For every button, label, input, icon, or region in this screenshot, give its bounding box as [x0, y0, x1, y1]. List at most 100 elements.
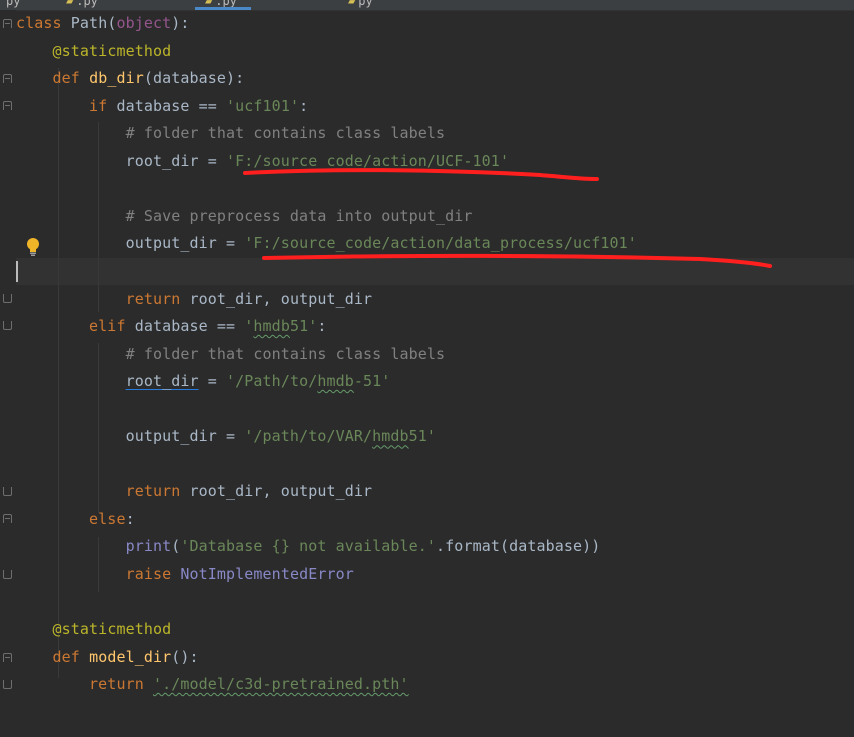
- code-line[interactable]: raise NotImplementedError: [16, 561, 354, 588]
- code-line[interactable]: return './model/c3d-pretrained.pth': [16, 671, 409, 698]
- code-token: db_dir: [89, 69, 144, 88]
- code-token: root_dir, output_dir: [189, 482, 373, 501]
- editor-tab[interactable]: ▰ .py: [66, 0, 98, 10]
- fold-marker-icon[interactable]: [3, 514, 12, 523]
- code-line[interactable]: # Save preprocess data into output_dir: [16, 203, 473, 230]
- code-token: elif: [89, 317, 135, 336]
- python-file-icon: ▰: [348, 0, 356, 8]
- code-line[interactable]: root_dir = '/Path/to/hmdb-51': [16, 368, 391, 395]
- code-token: hmdb: [253, 317, 290, 336]
- code-token: 51': [408, 427, 437, 446]
- fold-end-marker-icon[interactable]: [3, 294, 12, 303]
- code-token: 'F:/source_code/action/data_process/ucf1…: [244, 234, 637, 253]
- code-token: ):: [171, 14, 190, 32]
- fold-marker-icon[interactable]: [3, 19, 12, 28]
- code-token: # folder that contains class labels: [125, 344, 446, 363]
- tab-label: .py: [76, 0, 98, 8]
- fold-end-marker-icon[interactable]: [3, 487, 12, 496]
- code-token: root_dir: [125, 372, 199, 391]
- code-token: raise: [125, 565, 181, 583]
- code-token: output_dir =: [16, 427, 245, 446]
- code-token: :: [299, 96, 309, 115]
- editor-tab[interactable]: py: [6, 0, 20, 10]
- fold-marker-icon[interactable]: [3, 101, 12, 110]
- code-token: (database):: [143, 69, 245, 88]
- code-token: hmdb: [317, 372, 354, 391]
- code-token: @staticmethod: [52, 620, 172, 639]
- code-token: return: [125, 482, 190, 501]
- code-token: return: [125, 289, 190, 308]
- fold-marker-icon[interactable]: [3, 74, 12, 83]
- code-line[interactable]: # folder that contains class labels: [16, 341, 445, 368]
- code-token: # Save preprocess data into output_dir: [125, 206, 473, 225]
- editor-tab-active[interactable]: ▰ .py: [195, 0, 251, 10]
- editor-tab[interactable]: ▰ py: [348, 0, 373, 10]
- code-token: def: [52, 647, 90, 666]
- code-line[interactable]: return root_dir, output_dir: [16, 478, 372, 505]
- fold-marker-icon[interactable]: [3, 653, 12, 662]
- code-token: database ==: [116, 96, 227, 115]
- current-line-highlight: [16, 258, 854, 285]
- code-token: :: [125, 509, 135, 528]
- code-editor[interactable]: class Path(object): @staticmethod def db…: [0, 10, 854, 737]
- fold-end-marker-icon[interactable]: [3, 321, 12, 330]
- code-token: 'Database {} not available.': [180, 537, 437, 556]
- code-line[interactable]: output_dir = '/path/to/VAR/hmdb51': [16, 423, 436, 450]
- code-token: 51': [289, 317, 318, 336]
- code-token: -51': [353, 372, 391, 391]
- code-line[interactable]: @staticmethod: [16, 616, 172, 643]
- code-line[interactable]: output_dir = 'F:/source_code/action/data…: [16, 230, 637, 257]
- python-file-icon: ▰: [205, 0, 213, 8]
- code-token: '/Path/to/: [226, 372, 318, 391]
- fold-end-marker-icon[interactable]: [3, 570, 12, 579]
- code-token: output_dir =: [16, 234, 245, 253]
- lightbulb-icon[interactable]: [26, 237, 40, 257]
- code-token: if: [89, 96, 117, 115]
- code-line[interactable]: def model_dir():: [16, 644, 199, 671]
- tab-label: .py: [215, 0, 237, 8]
- fold-end-marker-icon[interactable]: [3, 680, 12, 689]
- code-token: @staticmethod: [52, 41, 172, 60]
- code-line[interactable]: else:: [16, 506, 135, 533]
- code-line[interactable]: class Path(object):: [16, 10, 190, 37]
- code-token: root_dir =: [16, 151, 227, 170]
- code-line[interactable]: if database == 'ucf101':: [16, 93, 308, 120]
- code-token: (: [171, 537, 181, 556]
- code-token: 'F:/source_code/action/UCF-101': [226, 151, 510, 170]
- code-line[interactable]: @staticmethod: [16, 38, 172, 65]
- code-token: =: [198, 372, 227, 391]
- code-token: return: [89, 675, 153, 694]
- code-line[interactable]: return root_dir, output_dir: [16, 286, 372, 313]
- code-line[interactable]: # folder that contains class labels: [16, 120, 445, 147]
- code-token: '/path/to/VAR/: [244, 427, 373, 446]
- code-token: ():: [171, 647, 199, 666]
- code-line[interactable]: elif database == 'hmdb51':: [16, 313, 327, 340]
- code-token: # folder that contains class labels: [125, 124, 446, 143]
- code-line[interactable]: def db_dir(database):: [16, 65, 245, 92]
- code-token: .format(database)): [436, 537, 601, 556]
- python-file-icon: ▰: [66, 0, 74, 8]
- code-token: def: [52, 69, 90, 88]
- code-token: :: [317, 317, 327, 336]
- text-caret: [16, 261, 18, 282]
- code-token: model_dir: [89, 647, 172, 666]
- code-token: object: [116, 14, 172, 32]
- code-line[interactable]: root_dir = 'F:/source_code/action/UCF-10…: [16, 148, 509, 175]
- code-line[interactable]: print('Database {} not available.'.forma…: [16, 533, 601, 560]
